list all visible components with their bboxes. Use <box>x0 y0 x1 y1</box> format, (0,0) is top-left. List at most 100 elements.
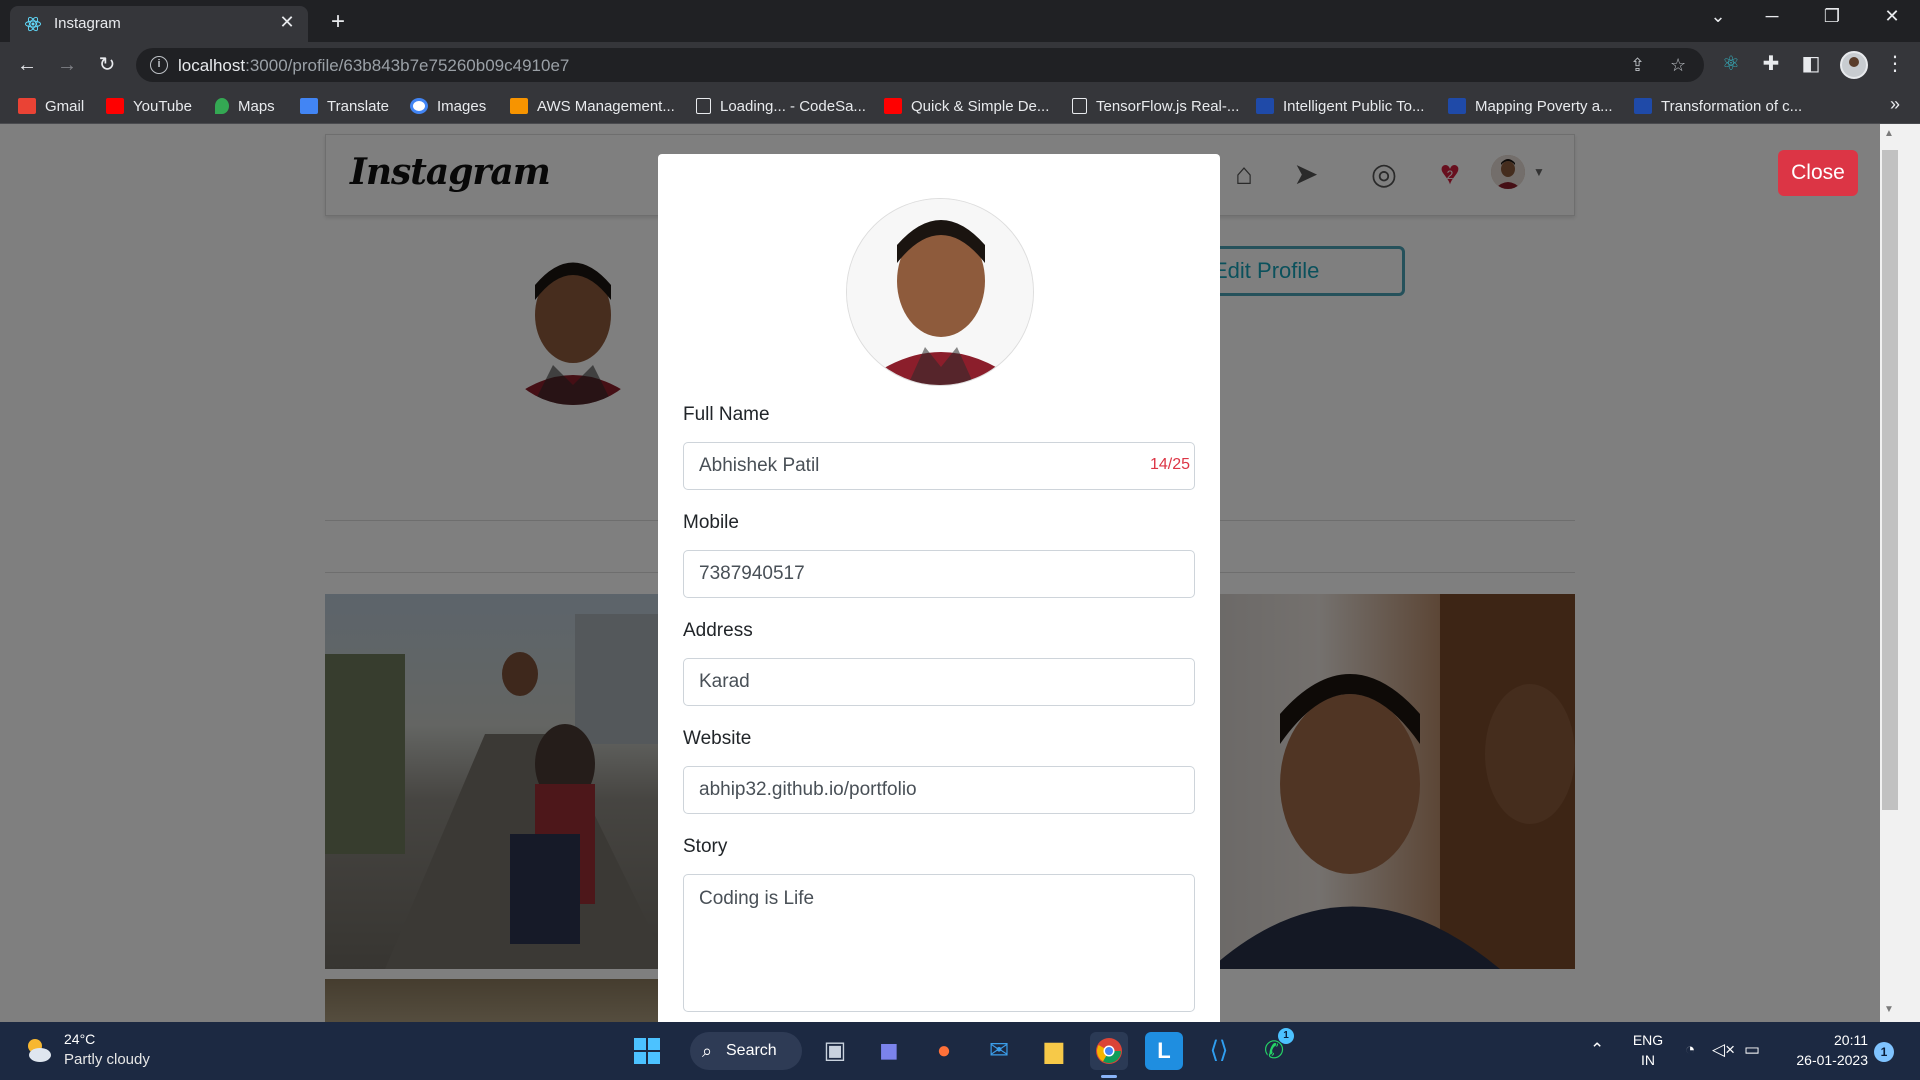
taskbar-search-label: Search <box>726 1042 777 1059</box>
browser-tabbar: Instagram ✕ + ⌄ ─ ❐ ✕ <box>0 0 1920 42</box>
wifi-icon[interactable]: ◔ <box>1685 1040 1695 1060</box>
bookmark-aws[interactable]: AWS Management... <box>510 96 675 116</box>
page-icon <box>1072 98 1087 114</box>
mail-icon[interactable]: ✉ <box>980 1032 1018 1070</box>
google-g-icon <box>410 98 428 114</box>
close-button[interactable]: Close <box>1778 150 1858 196</box>
mobile-label: Mobile <box>683 512 739 533</box>
restore-button[interactable]: ❐ <box>1812 6 1852 27</box>
bookmark-tensorflow[interactable]: TensorFlow.js Real-... <box>1072 96 1239 116</box>
volume-muted-icon[interactable]: ◁× <box>1712 1040 1735 1060</box>
bookmark-star-icon[interactable]: ☆ <box>1670 55 1686 76</box>
modal-profile-photo <box>847 199 1033 385</box>
react-favicon-icon <box>25 16 41 32</box>
chrome-icon[interactable] <box>1090 1032 1128 1070</box>
extensions-puzzle-icon[interactable]: ✚ <box>1758 51 1784 76</box>
youtube-icon <box>884 98 902 114</box>
window-close-button[interactable]: ✕ <box>1872 6 1912 27</box>
url-text: localhost:3000/profile/63b843b7e75260b09… <box>178 56 569 76</box>
address-bar[interactable]: i localhost:3000/profile/63b843b7e75260b… <box>136 48 1704 82</box>
bookmark-quick-simple[interactable]: Quick & Simple De... <box>884 96 1049 116</box>
page-scrollbar[interactable]: ▲ ▼ <box>1880 124 1920 1022</box>
bookmark-label: Loading... - CodeSa... <box>720 97 866 115</box>
browser-tab-instagram[interactable]: Instagram ✕ <box>10 6 308 42</box>
weather-description[interactable]: Partly cloudy <box>64 1051 150 1068</box>
share-icon[interactable]: ⇪ <box>1630 55 1645 76</box>
bookmark-gmail[interactable]: Gmail <box>18 96 84 116</box>
bookmark-ieee-2[interactable]: Mapping Poverty a... <box>1448 96 1613 116</box>
teams-chat-icon[interactable]: ◼ <box>870 1032 908 1070</box>
scroll-up-arrow-icon[interactable]: ▲ <box>1884 128 1894 139</box>
language-line-2[interactable]: IN <box>1628 1052 1668 1068</box>
chrome-profile-avatar[interactable] <box>1840 51 1868 79</box>
modal-profile-picture[interactable] <box>846 198 1034 386</box>
full-name-label: Full Name <box>683 404 770 425</box>
page-icon <box>696 98 711 114</box>
side-panel-icon[interactable]: ◧ <box>1798 51 1824 76</box>
bookmark-label: Images <box>437 97 487 115</box>
extension-react-icon[interactable]: ⚛ <box>1718 51 1744 76</box>
tab-close-icon[interactable]: ✕ <box>276 12 298 33</box>
bookmark-maps[interactable]: Maps <box>215 96 275 116</box>
address-label: Address <box>683 620 753 641</box>
tab-title: Instagram <box>54 15 121 32</box>
windows-start-icon[interactable] <box>628 1032 666 1070</box>
mobile-input[interactable] <box>683 550 1195 598</box>
bookmark-label: Mapping Poverty a... <box>1475 97 1613 115</box>
bookmark-label: AWS Management... <box>537 97 675 115</box>
bookmark-label: Quick & Simple De... <box>911 97 1050 115</box>
clock-time[interactable]: 20:11 <box>1778 1032 1868 1048</box>
vscode-icon[interactable]: ⟨⟩ <box>1200 1032 1238 1070</box>
weather-temperature[interactable]: 24°C <box>64 1031 95 1047</box>
story-textarea[interactable]: Coding is Life <box>683 874 1195 1012</box>
chrome-menu-icon[interactable]: ⋮ <box>1882 51 1908 76</box>
website-input[interactable] <box>683 766 1195 814</box>
ieee-icon <box>1448 98 1466 114</box>
full-name-input[interactable] <box>683 442 1195 490</box>
site-info-icon[interactable]: i <box>150 56 168 74</box>
url-path: :3000/profile/63b843b7e75260b09c4910e7 <box>245 56 570 75</box>
bookmark-codesandbox[interactable]: Loading... - CodeSa... <box>696 96 866 116</box>
language-line-1[interactable]: ENG <box>1628 1032 1668 1048</box>
bookmarks-overflow-button[interactable]: » <box>1890 94 1900 115</box>
bookmark-label: TensorFlow.js Real-... <box>1096 97 1240 115</box>
translate-icon <box>300 98 318 114</box>
new-tab-button[interactable]: + <box>324 8 352 36</box>
task-view-icon[interactable]: ▣ <box>816 1032 854 1070</box>
file-explorer-icon[interactable]: ▆ <box>1035 1032 1073 1070</box>
notification-center-badge[interactable]: 1 <box>1874 1042 1894 1062</box>
url-host: localhost <box>178 56 246 75</box>
tray-overflow-chevron-icon[interactable]: ⌃ <box>1590 1040 1604 1060</box>
back-arrow-icon[interactable]: ← <box>14 52 40 78</box>
bookmarks-bar: Gmail YouTube Maps Translate Images AWS … <box>0 88 1920 124</box>
scroll-down-arrow-icon[interactable]: ▼ <box>1884 1004 1894 1015</box>
maps-pin-icon <box>215 98 229 114</box>
tab-search-chevron-icon[interactable]: ⌄ <box>1698 6 1738 27</box>
reload-icon[interactable]: ↻ <box>94 52 120 78</box>
bookmark-ieee-3[interactable]: Transformation of c... <box>1634 96 1802 116</box>
bookmark-translate[interactable]: Translate <box>300 96 389 116</box>
bookmark-label: YouTube <box>133 97 192 115</box>
windows-taskbar: 24°C Partly cloudy ⌕ Search ▣ ◼ ● ✉ ▆ L ⟨… <box>0 1022 1920 1080</box>
clock-date[interactable]: 26-01-2023 <box>1778 1052 1868 1068</box>
bookmark-ieee-1[interactable]: Intelligent Public To... <box>1256 96 1424 116</box>
bookmark-youtube[interactable]: YouTube <box>106 96 192 116</box>
battery-icon[interactable]: ▭ <box>1744 1040 1760 1060</box>
website-label: Website <box>683 728 752 749</box>
address-input[interactable] <box>683 658 1195 706</box>
minimize-button[interactable]: ─ <box>1752 6 1792 27</box>
taskbar-search-button[interactable]: ⌕ Search <box>690 1032 802 1070</box>
forward-arrow-icon[interactable]: → <box>54 52 80 78</box>
scrollbar-thumb[interactable] <box>1882 150 1898 810</box>
l-app-icon[interactable]: L <box>1145 1032 1183 1070</box>
page-viewport: Instagram ⌂ ➤ ◎ ♥2 ▼ Edit Profile <box>0 124 1880 1022</box>
story-label: Story <box>683 836 728 857</box>
bookmark-images[interactable]: Images <box>410 96 486 116</box>
youtube-icon <box>106 98 124 114</box>
firefox-icon[interactable]: ● <box>925 1032 963 1070</box>
partly-cloudy-icon[interactable] <box>22 1034 54 1066</box>
bookmark-label: Maps <box>238 97 275 115</box>
aws-cube-icon <box>510 98 528 114</box>
gmail-icon <box>18 98 36 114</box>
search-icon: ⌕ <box>702 1041 713 1061</box>
